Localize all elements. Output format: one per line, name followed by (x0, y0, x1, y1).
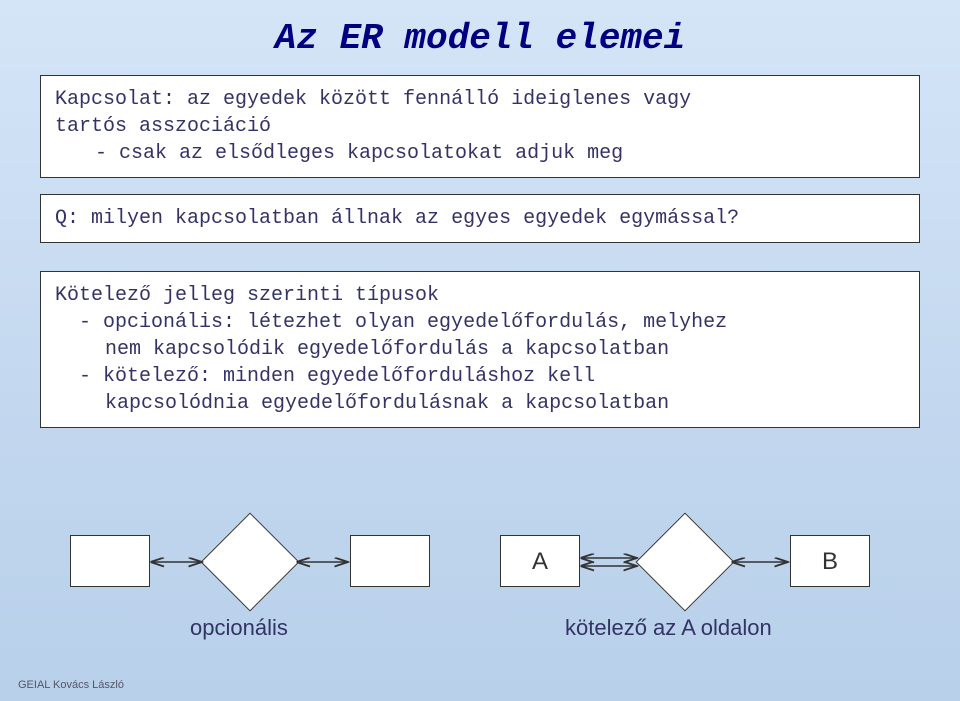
caption-mandatory: kötelező az A oldalon (565, 615, 772, 641)
box3-line2: - opcionális: létezhet olyan egyedelőfor… (55, 309, 905, 336)
caption-optional: opcionális (190, 615, 288, 641)
footer-author: GEIAL Kovács László (18, 679, 124, 691)
slide-title: Az ER modell elemei (0, 0, 960, 59)
box1-line3: - csak az elsődleges kapcsolatokat adjuk… (55, 140, 905, 167)
connector-left (70, 525, 430, 605)
definition-box: Kapcsolat: az egyedek között fennálló id… (40, 75, 920, 178)
box3-line5: kapcsolódnia egyedelőfordulásnak a kapcs… (55, 390, 905, 417)
box3-line4: - kötelező: minden egyedelőforduláshoz k… (55, 363, 905, 390)
er-diagram-row: opcionális A B kötelező az A o (0, 525, 960, 635)
box3-line3: nem kapcsolódik egyedelőfordulás a kapcs… (55, 336, 905, 363)
types-box: Kötelező jelleg szerinti típusok - opcio… (40, 271, 920, 428)
connector-right (500, 525, 880, 605)
box1-line2: tartós asszociáció (55, 113, 905, 140)
question-box: Q: milyen kapcsolatban állnak az egyes e… (40, 194, 920, 243)
box3-line1: Kötelező jelleg szerinti típusok (55, 282, 905, 309)
box1-line1: Kapcsolat: az egyedek között fennálló id… (55, 86, 905, 113)
box2-line1: Q: milyen kapcsolatban állnak az egyes e… (55, 205, 905, 232)
